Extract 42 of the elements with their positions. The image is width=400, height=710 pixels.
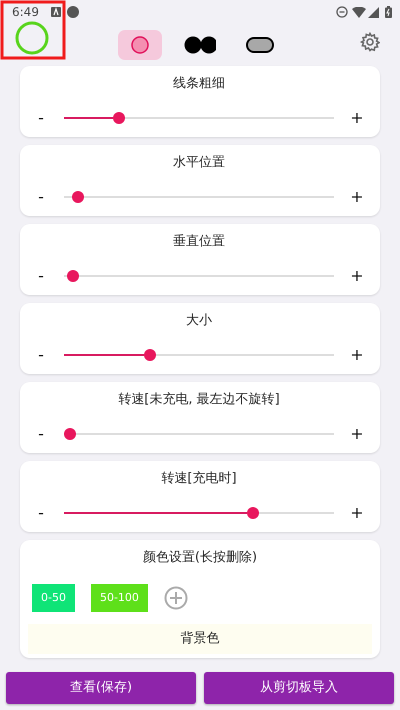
plus-button[interactable]: + <box>350 426 364 442</box>
slider-thumb[interactable] <box>72 190 84 202</box>
highlight-frame <box>0 0 66 60</box>
plus-button[interactable]: + <box>350 504 364 520</box>
slider-thumb[interactable] <box>113 112 126 124</box>
add-icon[interactable] <box>164 586 188 610</box>
setting-label: 大小 <box>185 312 213 330</box>
minus-button[interactable]: - <box>34 110 48 126</box>
minus-button[interactable]: - <box>34 188 48 204</box>
setting-label: 线条粗细 <box>172 75 226 93</box>
two-dots-icon <box>184 36 216 54</box>
plus-button[interactable]: + <box>350 346 364 362</box>
pill-icon <box>246 37 274 53</box>
minus-button[interactable]: - <box>34 426 48 442</box>
battery-icon <box>385 6 392 18</box>
signal-icon <box>368 6 379 18</box>
plus-button[interactable]: + <box>350 110 364 126</box>
slider-thumb[interactable] <box>64 428 76 440</box>
notification-icon <box>50 7 61 17</box>
section-title: 颜色设置(长按删除) <box>142 549 258 567</box>
wifi-icon <box>352 6 366 18</box>
slider-thumb[interactable] <box>66 270 79 282</box>
ring-icon <box>131 36 149 54</box>
do-not-disturb-icon <box>336 6 348 18</box>
action-button[interactable]: 查看(保存) <box>6 672 196 704</box>
setting-label: 转速[充电时] <box>160 470 238 488</box>
clock: 6:49 <box>12 4 39 21</box>
minus-button[interactable]: - <box>34 268 48 284</box>
setting-label: 垂直位置 <box>172 233 226 251</box>
slider-thumb[interactable] <box>247 506 260 518</box>
plus-button[interactable]: + <box>350 268 364 284</box>
plus-button[interactable]: + <box>350 188 364 204</box>
background-color-row[interactable]: 背景色 <box>28 624 372 654</box>
minus-button[interactable]: - <box>34 346 48 362</box>
setting-label: 水平位置 <box>172 154 226 172</box>
minus-button[interactable]: - <box>34 504 48 520</box>
dot-icon <box>66 6 79 18</box>
action-button[interactable]: 从剪切板导入 <box>204 672 394 704</box>
setting-label: 转速[未充电, 最左边不旋转] <box>117 391 281 409</box>
ring-overlay-icon <box>14 20 50 56</box>
settings-icon[interactable] <box>360 32 380 52</box>
slider-thumb[interactable] <box>144 348 156 360</box>
